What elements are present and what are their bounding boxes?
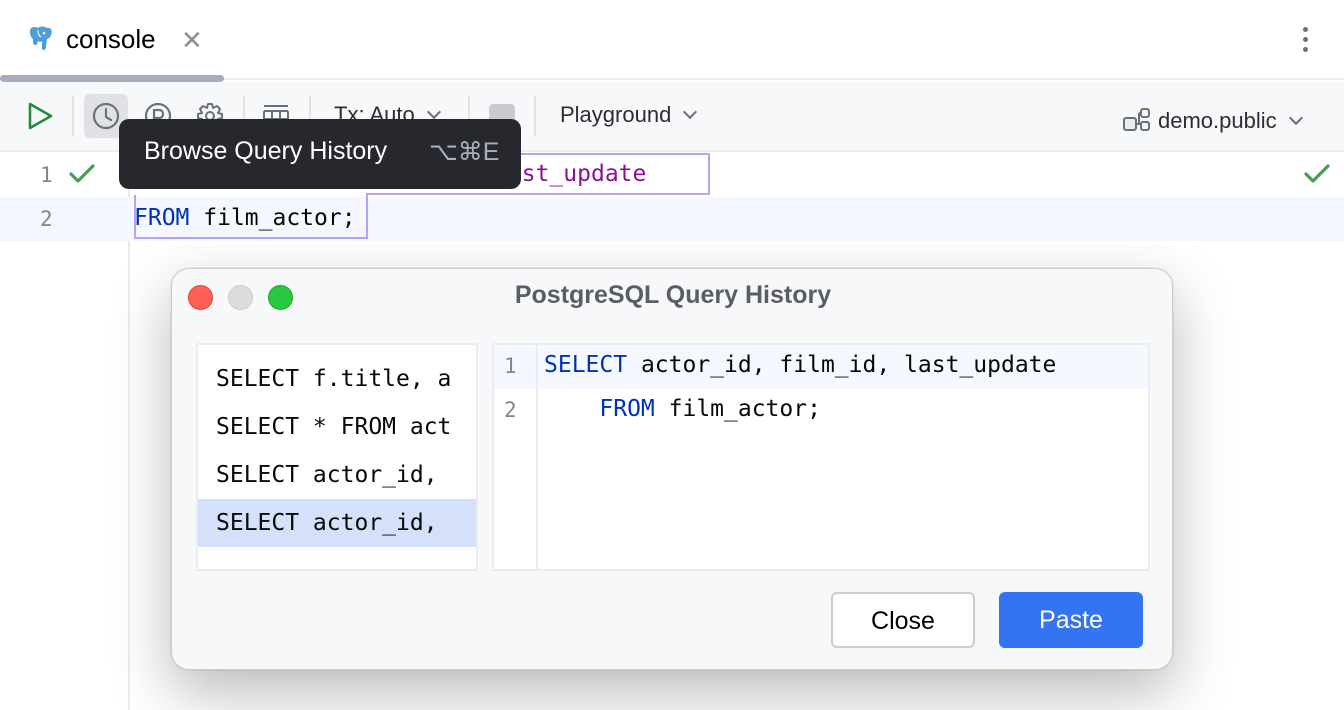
paste-button[interactable]: Paste — [999, 592, 1143, 648]
dialog-title: PostgreSQL Query History — [514, 281, 832, 309]
clock-history-icon — [92, 102, 120, 130]
statement-highlight — [134, 195, 368, 239]
history-item[interactable]: SELECT actor_id, — [198, 451, 476, 499]
playground-dropdown[interactable]: Playground — [560, 102, 698, 128]
more-options-icon[interactable] — [1296, 24, 1316, 56]
close-icon[interactable]: ✕ — [181, 26, 203, 54]
schema-label: demo.public — [1158, 108, 1277, 133]
line-number: 1 — [40, 163, 53, 187]
schema-structure-icon — [1123, 108, 1150, 131]
tab-bar: console ✕ — [0, 0, 1344, 82]
preview-line: 1 SELECT actor_id, film_id, last_update — [494, 345, 1148, 389]
run-play-icon — [28, 102, 53, 130]
tooltip: Browse Query History ⌥⌘E — [119, 119, 521, 189]
code-line: FROM film_actor; — [544, 396, 821, 422]
check-icon — [69, 164, 95, 183]
line-number: 2 — [40, 207, 53, 231]
tooltip-text: Browse Query History — [144, 137, 388, 165]
tooltip-shortcut: ⌥⌘E — [429, 138, 500, 166]
chevron-down-icon — [1288, 110, 1303, 126]
ide-window: console ✕ Tx: Auto Playground demo.publi… — [0, 0, 1344, 710]
tab-console[interactable]: console ✕ — [0, 0, 224, 82]
query-history-dialog: PostgreSQL Query History SELECT f.title,… — [171, 268, 1173, 670]
chevron-down-icon — [426, 104, 441, 120]
statement-highlight — [366, 195, 368, 239]
chevron-down-icon — [683, 104, 698, 120]
history-list[interactable]: SELECT f.title, a SELECT * FROM act SELE… — [196, 343, 478, 571]
history-item[interactable]: SELECT * FROM act — [198, 403, 476, 451]
schema-selector[interactable]: demo.public — [1122, 102, 1303, 134]
close-button[interactable]: Close — [831, 592, 975, 648]
preview-gutter — [494, 345, 538, 569]
check-icon — [1304, 164, 1330, 183]
statement-highlight — [520, 153, 710, 195]
query-preview[interactable]: 1 SELECT actor_id, film_id, last_update … — [492, 343, 1150, 571]
history-item[interactable]: SELECT f.title, a — [198, 355, 476, 403]
playground-label: Playground — [560, 102, 672, 127]
code-line: SELECT actor_id, film_id, last_update — [544, 352, 1057, 378]
toolbar-separator — [534, 96, 536, 136]
postgresql-elephant-icon — [30, 26, 52, 51]
statement-highlight — [366, 193, 522, 195]
toolbar-separator — [72, 96, 74, 136]
active-tab-indicator — [0, 75, 224, 82]
run-button[interactable] — [18, 94, 62, 138]
history-item-selected[interactable]: SELECT actor_id, — [198, 499, 476, 547]
preview-line: 2 FROM film_actor; — [494, 389, 1148, 433]
tab-label: console — [66, 24, 156, 54]
